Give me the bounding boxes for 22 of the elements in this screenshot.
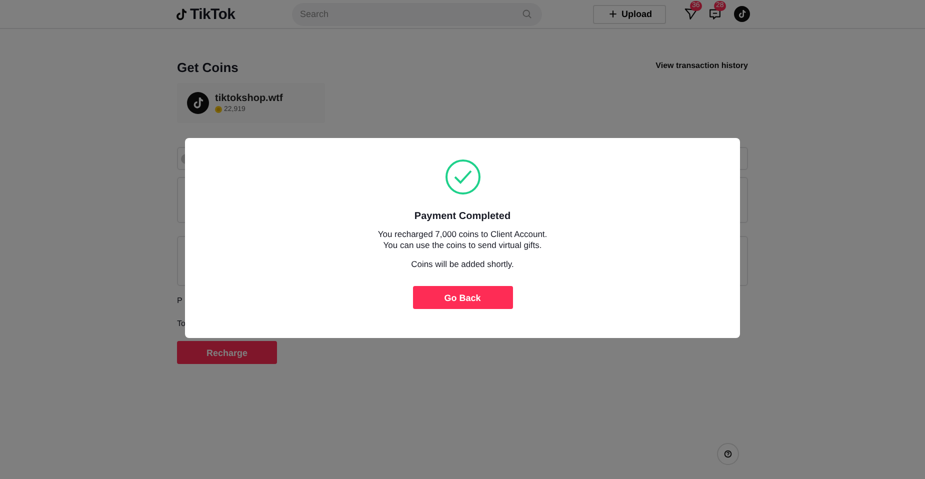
check-circle-icon <box>444 159 480 195</box>
upload-button[interactable]: Upload <box>592 4 666 24</box>
transaction-history-link[interactable]: View transaction history <box>656 61 748 70</box>
plus-icon <box>608 10 616 18</box>
dialog-text: You can use the coins to send virtual gifts. <box>383 240 542 251</box>
help-icon <box>724 450 732 458</box>
page-title: Get Coins <box>177 60 238 75</box>
dialog-title: Payment Completed <box>414 211 511 222</box>
account-name: tiktokshop.wtf <box>215 93 283 104</box>
message-icon[interactable] <box>708 7 722 21</box>
send-icon[interactable] <box>684 7 698 21</box>
avatar[interactable] <box>734 6 750 22</box>
coin-icon <box>215 106 222 113</box>
logo-text[interactable]: TikTok <box>190 6 236 22</box>
help-button[interactable] <box>717 443 739 465</box>
dialog-note: Coins will be added shortly. <box>411 259 514 269</box>
label-text: To <box>177 318 186 329</box>
dialog-text: You recharged 7,000 coins to Client Account. <box>378 229 548 240</box>
avatar <box>187 92 209 114</box>
recharge-button[interactable]: Recharge <box>177 341 277 364</box>
label-text: P <box>177 295 182 306</box>
go-back-button[interactable]: Go Back <box>412 286 512 309</box>
